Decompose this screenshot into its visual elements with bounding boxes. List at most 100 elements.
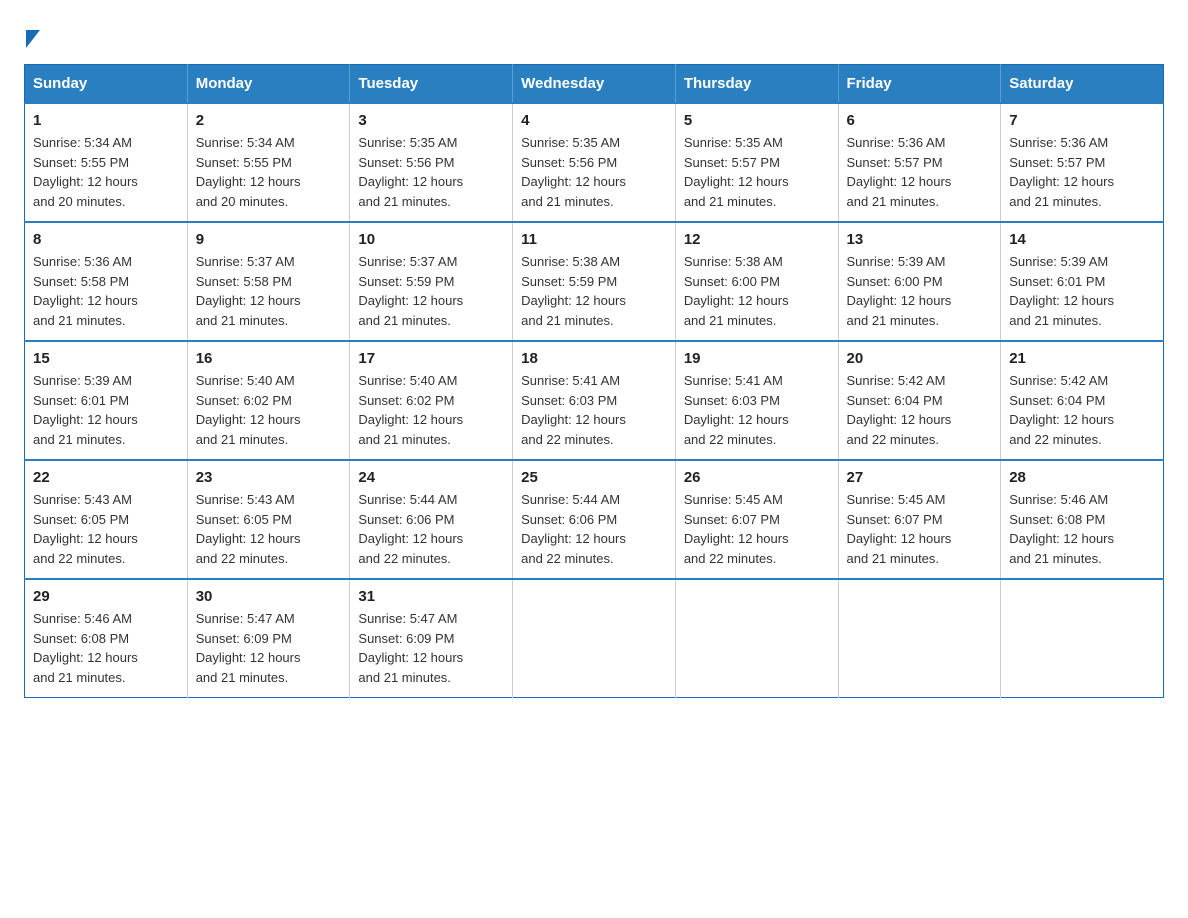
header-tuesday: Tuesday xyxy=(350,65,513,104)
day-number: 13 xyxy=(847,231,993,248)
calendar-cell: 20 Sunrise: 5:42 AMSunset: 6:04 PMDaylig… xyxy=(838,341,1001,460)
calendar-cell: 16 Sunrise: 5:40 AMSunset: 6:02 PMDaylig… xyxy=(187,341,350,460)
calendar-cell: 8 Sunrise: 5:36 AMSunset: 5:58 PMDayligh… xyxy=(25,222,188,341)
day-info: Sunrise: 5:36 AMSunset: 5:57 PMDaylight:… xyxy=(1009,133,1155,211)
day-number: 4 xyxy=(521,112,667,129)
calendar-cell: 22 Sunrise: 5:43 AMSunset: 6:05 PMDaylig… xyxy=(25,460,188,579)
day-info: Sunrise: 5:35 AMSunset: 5:56 PMDaylight:… xyxy=(521,133,667,211)
day-info: Sunrise: 5:34 AMSunset: 5:55 PMDaylight:… xyxy=(196,133,342,211)
day-number: 9 xyxy=(196,231,342,248)
calendar-week-row: 29 Sunrise: 5:46 AMSunset: 6:08 PMDaylig… xyxy=(25,579,1164,698)
calendar-cell: 18 Sunrise: 5:41 AMSunset: 6:03 PMDaylig… xyxy=(513,341,676,460)
header-sunday: Sunday xyxy=(25,65,188,104)
calendar-cell: 23 Sunrise: 5:43 AMSunset: 6:05 PMDaylig… xyxy=(187,460,350,579)
calendar-cell: 25 Sunrise: 5:44 AMSunset: 6:06 PMDaylig… xyxy=(513,460,676,579)
day-number: 5 xyxy=(684,112,830,129)
calendar-cell: 13 Sunrise: 5:39 AMSunset: 6:00 PMDaylig… xyxy=(838,222,1001,341)
day-number: 21 xyxy=(1009,350,1155,367)
page-header xyxy=(24,24,1164,44)
day-info: Sunrise: 5:42 AMSunset: 6:04 PMDaylight:… xyxy=(1009,371,1155,449)
day-number: 11 xyxy=(521,231,667,248)
day-info: Sunrise: 5:47 AMSunset: 6:09 PMDaylight:… xyxy=(358,609,504,687)
calendar-cell: 19 Sunrise: 5:41 AMSunset: 6:03 PMDaylig… xyxy=(675,341,838,460)
header-friday: Friday xyxy=(838,65,1001,104)
calendar-cell xyxy=(675,579,838,698)
day-info: Sunrise: 5:42 AMSunset: 6:04 PMDaylight:… xyxy=(847,371,993,449)
calendar-cell xyxy=(513,579,676,698)
logo xyxy=(24,24,40,44)
day-number: 8 xyxy=(33,231,179,248)
day-number: 22 xyxy=(33,469,179,486)
day-number: 7 xyxy=(1009,112,1155,129)
calendar-cell: 12 Sunrise: 5:38 AMSunset: 6:00 PMDaylig… xyxy=(675,222,838,341)
calendar-cell: 29 Sunrise: 5:46 AMSunset: 6:08 PMDaylig… xyxy=(25,579,188,698)
day-info: Sunrise: 5:46 AMSunset: 6:08 PMDaylight:… xyxy=(33,609,179,687)
day-info: Sunrise: 5:40 AMSunset: 6:02 PMDaylight:… xyxy=(196,371,342,449)
calendar-cell: 14 Sunrise: 5:39 AMSunset: 6:01 PMDaylig… xyxy=(1001,222,1164,341)
calendar-cell: 5 Sunrise: 5:35 AMSunset: 5:57 PMDayligh… xyxy=(675,103,838,222)
day-info: Sunrise: 5:44 AMSunset: 6:06 PMDaylight:… xyxy=(358,490,504,568)
day-number: 17 xyxy=(358,350,504,367)
day-info: Sunrise: 5:39 AMSunset: 6:00 PMDaylight:… xyxy=(847,252,993,330)
day-info: Sunrise: 5:41 AMSunset: 6:03 PMDaylight:… xyxy=(521,371,667,449)
day-number: 27 xyxy=(847,469,993,486)
calendar-cell: 7 Sunrise: 5:36 AMSunset: 5:57 PMDayligh… xyxy=(1001,103,1164,222)
day-number: 19 xyxy=(684,350,830,367)
calendar-cell: 3 Sunrise: 5:35 AMSunset: 5:56 PMDayligh… xyxy=(350,103,513,222)
calendar-cell: 24 Sunrise: 5:44 AMSunset: 6:06 PMDaylig… xyxy=(350,460,513,579)
day-number: 1 xyxy=(33,112,179,129)
calendar-cell: 21 Sunrise: 5:42 AMSunset: 6:04 PMDaylig… xyxy=(1001,341,1164,460)
calendar-header-row: SundayMondayTuesdayWednesdayThursdayFrid… xyxy=(25,65,1164,104)
day-number: 15 xyxy=(33,350,179,367)
day-number: 10 xyxy=(358,231,504,248)
day-number: 25 xyxy=(521,469,667,486)
day-number: 3 xyxy=(358,112,504,129)
day-info: Sunrise: 5:36 AMSunset: 5:57 PMDaylight:… xyxy=(847,133,993,211)
calendar-cell: 6 Sunrise: 5:36 AMSunset: 5:57 PMDayligh… xyxy=(838,103,1001,222)
day-info: Sunrise: 5:41 AMSunset: 6:03 PMDaylight:… xyxy=(684,371,830,449)
day-number: 16 xyxy=(196,350,342,367)
day-number: 14 xyxy=(1009,231,1155,248)
day-info: Sunrise: 5:45 AMSunset: 6:07 PMDaylight:… xyxy=(684,490,830,568)
day-info: Sunrise: 5:36 AMSunset: 5:58 PMDaylight:… xyxy=(33,252,179,330)
day-number: 31 xyxy=(358,588,504,605)
header-monday: Monday xyxy=(187,65,350,104)
calendar-cell: 17 Sunrise: 5:40 AMSunset: 6:02 PMDaylig… xyxy=(350,341,513,460)
day-info: Sunrise: 5:37 AMSunset: 5:59 PMDaylight:… xyxy=(358,252,504,330)
day-info: Sunrise: 5:39 AMSunset: 6:01 PMDaylight:… xyxy=(1009,252,1155,330)
header-wednesday: Wednesday xyxy=(513,65,676,104)
day-number: 20 xyxy=(847,350,993,367)
day-info: Sunrise: 5:43 AMSunset: 6:05 PMDaylight:… xyxy=(196,490,342,568)
day-info: Sunrise: 5:34 AMSunset: 5:55 PMDaylight:… xyxy=(33,133,179,211)
day-info: Sunrise: 5:47 AMSunset: 6:09 PMDaylight:… xyxy=(196,609,342,687)
calendar-week-row: 22 Sunrise: 5:43 AMSunset: 6:05 PMDaylig… xyxy=(25,460,1164,579)
day-info: Sunrise: 5:43 AMSunset: 6:05 PMDaylight:… xyxy=(33,490,179,568)
calendar-cell: 9 Sunrise: 5:37 AMSunset: 5:58 PMDayligh… xyxy=(187,222,350,341)
calendar-cell: 4 Sunrise: 5:35 AMSunset: 5:56 PMDayligh… xyxy=(513,103,676,222)
calendar-cell: 30 Sunrise: 5:47 AMSunset: 6:09 PMDaylig… xyxy=(187,579,350,698)
day-info: Sunrise: 5:39 AMSunset: 6:01 PMDaylight:… xyxy=(33,371,179,449)
header-saturday: Saturday xyxy=(1001,65,1164,104)
calendar-cell: 28 Sunrise: 5:46 AMSunset: 6:08 PMDaylig… xyxy=(1001,460,1164,579)
calendar-cell: 27 Sunrise: 5:45 AMSunset: 6:07 PMDaylig… xyxy=(838,460,1001,579)
header-thursday: Thursday xyxy=(675,65,838,104)
day-number: 26 xyxy=(684,469,830,486)
calendar-cell: 2 Sunrise: 5:34 AMSunset: 5:55 PMDayligh… xyxy=(187,103,350,222)
day-number: 28 xyxy=(1009,469,1155,486)
day-number: 23 xyxy=(196,469,342,486)
calendar-cell: 31 Sunrise: 5:47 AMSunset: 6:09 PMDaylig… xyxy=(350,579,513,698)
day-info: Sunrise: 5:40 AMSunset: 6:02 PMDaylight:… xyxy=(358,371,504,449)
day-number: 6 xyxy=(847,112,993,129)
day-info: Sunrise: 5:38 AMSunset: 6:00 PMDaylight:… xyxy=(684,252,830,330)
calendar-week-row: 15 Sunrise: 5:39 AMSunset: 6:01 PMDaylig… xyxy=(25,341,1164,460)
calendar-cell: 11 Sunrise: 5:38 AMSunset: 5:59 PMDaylig… xyxy=(513,222,676,341)
calendar-week-row: 8 Sunrise: 5:36 AMSunset: 5:58 PMDayligh… xyxy=(25,222,1164,341)
day-info: Sunrise: 5:37 AMSunset: 5:58 PMDaylight:… xyxy=(196,252,342,330)
calendar-cell: 10 Sunrise: 5:37 AMSunset: 5:59 PMDaylig… xyxy=(350,222,513,341)
logo-arrow-icon xyxy=(26,30,40,48)
calendar-table: SundayMondayTuesdayWednesdayThursdayFrid… xyxy=(24,64,1164,698)
day-info: Sunrise: 5:44 AMSunset: 6:06 PMDaylight:… xyxy=(521,490,667,568)
calendar-week-row: 1 Sunrise: 5:34 AMSunset: 5:55 PMDayligh… xyxy=(25,103,1164,222)
day-info: Sunrise: 5:35 AMSunset: 5:56 PMDaylight:… xyxy=(358,133,504,211)
calendar-cell: 1 Sunrise: 5:34 AMSunset: 5:55 PMDayligh… xyxy=(25,103,188,222)
